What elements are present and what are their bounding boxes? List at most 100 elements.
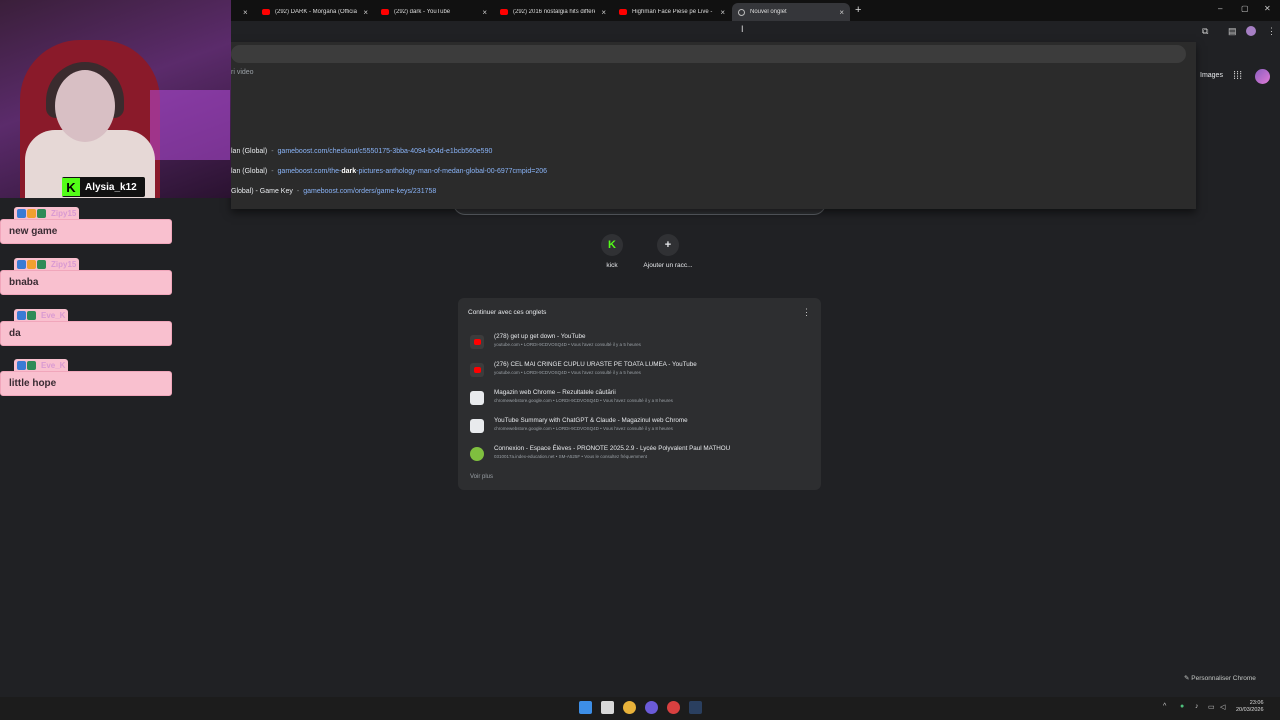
tab-dark[interactable]: (292) dark - YouTube × bbox=[375, 3, 493, 21]
tab-search-icon[interactable]: ▤ bbox=[1228, 26, 1237, 37]
chat-bubble: bnaba bbox=[0, 270, 172, 295]
omnibox-suggestion[interactable]: lan (Global) - gameboost.com/checkout/c555… bbox=[231, 148, 492, 155]
shortcut-label: kick bbox=[606, 262, 618, 269]
badge-icon bbox=[27, 360, 36, 370]
list-item-title: Magazin web Chrome – Rezultatele căutări… bbox=[494, 389, 616, 396]
suggestion-url: gameboost.com/checkout/c5550175-3bba-409… bbox=[277, 148, 493, 155]
shortcut-add[interactable]: + Ajouter un racc... bbox=[638, 234, 698, 269]
close-icon[interactable]: × bbox=[839, 8, 844, 17]
suggestion-title: lan (Global) bbox=[231, 148, 268, 155]
webstore-icon bbox=[470, 419, 484, 433]
card-title: Continuer avec ces onglets bbox=[468, 309, 547, 316]
tab-partial[interactable]: × bbox=[231, 3, 255, 21]
windows-start-icon[interactable] bbox=[579, 701, 592, 714]
tab-label: Highman Face Piese pe Live - Y bbox=[632, 9, 715, 15]
list-item[interactable]: (278) get up get down - YouTube youtube.… bbox=[468, 330, 813, 356]
badge-icon bbox=[37, 259, 46, 269]
tray-chevron-icon[interactable]: ^ bbox=[1163, 703, 1166, 710]
list-item[interactable]: Connexion - Espace Élèves - PRONOTE 2025… bbox=[468, 442, 813, 468]
streamer-face bbox=[55, 70, 115, 142]
list-item[interactable]: (276) CEL MAI CRINGE CUPLU URASTE PE TOA… bbox=[468, 358, 813, 384]
tab-label: (292) dark - YouTube bbox=[394, 9, 451, 15]
url-part: gameboost.com/the- bbox=[277, 168, 342, 175]
profile-avatar[interactable] bbox=[1246, 26, 1256, 36]
badge-icon bbox=[17, 259, 26, 269]
chat-text: new game bbox=[9, 226, 58, 237]
kick-icon: K bbox=[601, 234, 623, 256]
chrome-taskbar-icon[interactable] bbox=[623, 701, 636, 714]
badge-icon bbox=[27, 310, 36, 320]
streamer-name-tag: K Alysia_k12 bbox=[62, 177, 145, 197]
webstore-icon bbox=[470, 391, 484, 405]
see-more-link[interactable]: Voir plus bbox=[470, 474, 493, 480]
suggestion-title: lan (Global) bbox=[231, 168, 268, 175]
clock-time: 23:06 bbox=[1249, 700, 1264, 706]
omnibox-suggestion[interactable]: Global) - Game Key - gameboost.com/orders/… bbox=[231, 188, 436, 195]
youtube-icon bbox=[500, 9, 508, 15]
close-icon[interactable]: × bbox=[482, 8, 487, 17]
list-item-subtitle: youtube.com • LORDI-9CDVOSQ4D • Vous l'a… bbox=[494, 342, 641, 347]
messenger-icon[interactable] bbox=[645, 701, 658, 714]
suggestion-separator: - bbox=[296, 188, 300, 195]
list-item-title: YouTube Summary with ChatGPT & Claude - … bbox=[494, 417, 688, 424]
steam-icon[interactable] bbox=[689, 701, 702, 714]
close-icon[interactable]: × bbox=[243, 8, 248, 17]
new-tab-button[interactable]: + bbox=[855, 4, 861, 16]
tab-label: (292) DARK - Morgana (Official bbox=[275, 9, 358, 15]
chat-username: Eve_K bbox=[41, 360, 66, 370]
account-avatar[interactable] bbox=[1255, 69, 1270, 84]
youtube-icon bbox=[619, 9, 627, 15]
calendar-app-icon[interactable] bbox=[601, 701, 614, 714]
close-icon[interactable]: × bbox=[720, 8, 725, 17]
badge-icon bbox=[27, 208, 36, 218]
close-icon[interactable]: × bbox=[363, 8, 368, 17]
chat-bubble: da bbox=[0, 321, 172, 346]
apps-grid-icon[interactable]: ⁞⁞⁞ bbox=[1233, 70, 1242, 82]
close-icon[interactable]: × bbox=[601, 8, 606, 17]
volume-icon[interactable]: ◁ bbox=[1220, 703, 1225, 711]
menu-icon[interactable]: ⋮ bbox=[1267, 26, 1276, 37]
maximize-button[interactable]: ▢ bbox=[1241, 4, 1249, 13]
pronote-icon bbox=[470, 447, 484, 461]
list-item-subtitle: youtube.com • LORDI-9CDVOSQ4D • Vous l'a… bbox=[494, 370, 641, 375]
microphone-icon[interactable]: ♪ bbox=[1195, 703, 1199, 710]
chat-badges: Zipy15 bbox=[14, 207, 80, 219]
tab-highman[interactable]: Highman Face Piese pe Live - Y × bbox=[613, 3, 731, 21]
list-item[interactable]: YouTube Summary with ChatGPT & Claude - … bbox=[468, 414, 813, 440]
chrome-icon bbox=[738, 8, 745, 16]
window-close-button[interactable]: ✕ bbox=[1264, 4, 1271, 13]
more-options-icon[interactable]: ⋮ bbox=[802, 307, 811, 318]
customize-chrome-button[interactable]: ✎ Personnaliser Chrome bbox=[1184, 674, 1256, 682]
youtube-icon bbox=[262, 9, 270, 15]
suggestion-url: gameboost.com/orders/game-keys/231758 bbox=[303, 188, 437, 195]
background-light bbox=[150, 90, 230, 160]
shortcut-label: Ajouter un racc... bbox=[643, 262, 693, 269]
omnibox-suggestion[interactable]: lan (Global) - gameboost.com/the-dark-pict… bbox=[231, 168, 547, 175]
tab-label: (292) 2016 nostalgia hits differe bbox=[513, 9, 596, 15]
tab-morgana[interactable]: (292) DARK - Morgana (Official × bbox=[256, 3, 374, 21]
images-link[interactable]: Images bbox=[1200, 72, 1223, 79]
suggestion-url: gameboost.com/the-dark-pictures-antholog… bbox=[278, 168, 547, 175]
chat-text: da bbox=[9, 328, 21, 339]
chat-username: Eve_K bbox=[41, 310, 66, 320]
suggestion-separator: - bbox=[271, 148, 274, 155]
badge-icon bbox=[17, 310, 26, 320]
app-icon[interactable] bbox=[667, 701, 680, 714]
shortcut-kick[interactable]: K kick bbox=[582, 234, 642, 269]
address-bar[interactable] bbox=[231, 45, 1186, 63]
taskbar bbox=[0, 697, 1280, 720]
list-item[interactable]: Magazin web Chrome – Rezultatele căutări… bbox=[468, 386, 813, 412]
tab-nostalgia[interactable]: (292) 2016 nostalgia hits differe × bbox=[494, 3, 612, 21]
tray-app-icon[interactable]: ● bbox=[1180, 703, 1184, 710]
list-item-title: (276) CEL MAI CRINGE CUPLU URASTE PE TOA… bbox=[494, 361, 697, 368]
system-clock[interactable]: 23:06 20/03/2026 bbox=[1236, 700, 1264, 714]
url-match: dark bbox=[341, 168, 357, 175]
tab-new-tab[interactable]: Nouvel onglet × bbox=[732, 3, 850, 21]
badge-icon bbox=[37, 208, 46, 218]
network-icon[interactable]: ▭ bbox=[1208, 703, 1215, 711]
extensions-icon[interactable]: ⧉ bbox=[1202, 26, 1208, 37]
clock-date: 20/03/2026 bbox=[1236, 707, 1264, 713]
minimize-button[interactable]: – bbox=[1218, 4, 1222, 13]
omnibox-dropdown: ri video lan (Global) - gameboost.com/chec… bbox=[231, 42, 1196, 209]
tab-label: Nouvel onglet bbox=[750, 9, 787, 15]
